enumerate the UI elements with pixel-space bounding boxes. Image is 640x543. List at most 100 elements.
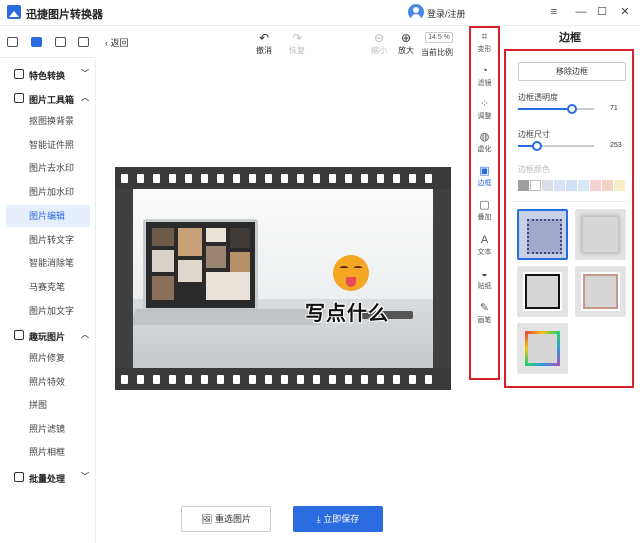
save-button[interactable]: ⤓ 立即保存 (293, 506, 383, 532)
sidebar-item-mosaic[interactable]: 马赛克笔 (6, 276, 90, 298)
zoom-out-icon: ⊖ (373, 31, 385, 45)
framed-image[interactable]: 写点什么 (115, 167, 451, 390)
sidebar-item-cutout[interactable]: 抠图换背景 (6, 110, 90, 132)
undo-button[interactable]: ↶ 撤消 (250, 31, 278, 56)
image-category-icon[interactable] (55, 37, 66, 47)
tool-sticker[interactable]: ◒ 贴纸 (471, 268, 498, 291)
user-avatar-icon[interactable] (408, 4, 424, 20)
tool-border[interactable]: ▣ 边框 (471, 165, 498, 188)
download-icon: ⤓ (316, 514, 321, 524)
menu-icon[interactable]: ≡ (545, 4, 563, 20)
sidebar-item-add-text[interactable]: 图片加文字 (6, 300, 90, 322)
reselect-image-button[interactable]: 🖼 重选图片 (181, 506, 271, 532)
toolbox-icon (14, 93, 24, 103)
crop-icon: ⌗ (481, 31, 488, 43)
color-swatch[interactable] (602, 180, 613, 191)
tool-brush[interactable]: ✎ 画笔 (471, 302, 498, 325)
color-swatch[interactable] (554, 180, 565, 191)
tool-adjust[interactable]: ⁘ 调整 (471, 98, 498, 121)
overlay-icon: ▢ (479, 199, 490, 211)
zoom-out-label: 缩小 (371, 46, 387, 55)
frame-option-pink[interactable] (575, 266, 626, 317)
border-icon: ▣ (479, 165, 490, 177)
sidebar-item-image-to-text[interactable]: 图片转文字 (6, 229, 90, 251)
fun-icon (14, 330, 24, 340)
adjust-icon: ⁘ (479, 98, 490, 110)
redo-label: 恢复 (289, 46, 305, 55)
back-label: 返回 (110, 38, 129, 48)
nav-group-label: 趣玩图片 (29, 332, 66, 342)
sidebar-item-photo-filter[interactable]: 照片滤镜 (6, 418, 90, 440)
film-sprocket-row-top (115, 167, 451, 189)
nav-group-fun[interactable]: 趣玩图片 ︿ (0, 324, 96, 346)
tool-label: 滤镜 (477, 80, 492, 87)
redo-button[interactable]: ↷ 恢复 (283, 31, 311, 56)
app-logo-icon (7, 5, 21, 19)
batch-category-icon[interactable] (78, 37, 89, 47)
zoom-out-button[interactable]: ⊖ 缩小 (365, 31, 393, 56)
frame-option-film[interactable] (517, 209, 568, 260)
color-swatch[interactable] (590, 180, 601, 191)
color-swatch[interactable] (614, 180, 625, 191)
frame-option-rainbow[interactable] (517, 323, 568, 374)
tool-label: 文本 (477, 249, 492, 256)
toolbox-category-icon[interactable] (31, 37, 42, 47)
sidebar-item-photo-frame[interactable]: 照片相框 (6, 441, 90, 463)
tool-label: 画笔 (477, 317, 492, 324)
text-icon: A (480, 234, 489, 246)
sidebar-item-collage[interactable]: 拼图 (6, 394, 90, 416)
remove-border-button[interactable]: 移除边框 (518, 62, 626, 81)
convert-category-icon[interactable] (7, 37, 18, 47)
color-swatch[interactable] (530, 180, 541, 191)
opacity-slider[interactable] (518, 108, 572, 110)
close-icon[interactable]: ✕ (616, 4, 634, 20)
login-link[interactable]: 登录/注册 (427, 7, 466, 20)
tool-label: 变形 (477, 46, 492, 53)
laptop-picture (143, 219, 258, 311)
color-swatch[interactable] (518, 180, 529, 191)
sidebar-item-photo-repair[interactable]: 照片修复 (6, 347, 90, 369)
tool-transform[interactable]: ⌗ 变形 (471, 31, 498, 54)
size-label: 边框尺寸 (518, 130, 550, 139)
emoji-sticker[interactable] (333, 255, 369, 291)
tool-overlay[interactable]: ▢ 叠加 (471, 199, 498, 222)
tool-text[interactable]: A 文本 (471, 234, 498, 257)
zoom-in-label: 放大 (398, 46, 414, 55)
color-swatch[interactable] (542, 180, 553, 191)
color-swatch[interactable] (578, 180, 589, 191)
nav-group-label: 批量处理 (29, 474, 66, 484)
sidebar-item-photo-effects[interactable]: 照片特效 (6, 371, 90, 393)
nav-group-toolbox[interactable]: 图片工具箱 ︿ (0, 87, 96, 109)
nav-group-batch[interactable]: 批量处理 ﹀ (0, 466, 96, 488)
tool-filter[interactable]: ◔ 滤镜 (471, 65, 498, 88)
tool-blur[interactable]: ◍ 虚化 (471, 131, 498, 154)
editor-toolbar: ‹ 返回 ↶ 撤消 ↷ 恢复 ⊖ 缩小 ⊕ 放大 14.5 % 当前比例 (97, 26, 467, 60)
special-icon (14, 69, 24, 79)
save-label: 立即保存 (323, 514, 360, 524)
zoom-in-button[interactable]: ⊕ 放大 (392, 31, 420, 56)
zoom-value[interactable]: 14.5 % (425, 32, 453, 43)
sidebar-item-add-watermark[interactable]: 图片加水印 (6, 181, 90, 203)
canvas-area[interactable]: 写点什么 (97, 60, 467, 500)
border-settings-panel: 移除边框 边框透明度 71 边框尺寸 253 边框颜色 (504, 49, 634, 388)
color-swatch[interactable] (566, 180, 577, 191)
sidebar-item-image-edit[interactable]: 图片编辑 (6, 205, 90, 227)
caption-text[interactable]: 写点什么 (305, 297, 389, 326)
frame-option-double-line[interactable] (517, 266, 568, 317)
bottom-actions: 🖼 重选图片 ⤓ 立即保存 (97, 500, 467, 543)
nav-group-special[interactable]: 特色转换 ﹀ (0, 63, 96, 85)
frame-option-soft-shadow[interactable] (575, 209, 626, 260)
back-button[interactable]: ‹ 返回 (105, 36, 129, 49)
sidebar-item-id-photo[interactable]: 智能证件照 (6, 134, 90, 156)
minimize-icon[interactable]: — (572, 4, 590, 20)
panel-title: 边框 (559, 32, 581, 44)
size-slider-handle[interactable] (532, 141, 542, 151)
sidebar-item-remove-watermark[interactable]: 图片去水印 (6, 157, 90, 179)
sidebar-item-smart-eraser[interactable]: 智能消除笔 (6, 252, 90, 274)
opacity-slider-handle[interactable] (567, 104, 577, 114)
film-sprocket-row-bottom (115, 368, 451, 390)
maximize-icon[interactable]: ☐ (593, 4, 611, 20)
filter-icon: ◔ (481, 65, 488, 77)
color-label: 边框颜色 (518, 165, 550, 174)
tool-label: 虚化 (477, 146, 492, 153)
